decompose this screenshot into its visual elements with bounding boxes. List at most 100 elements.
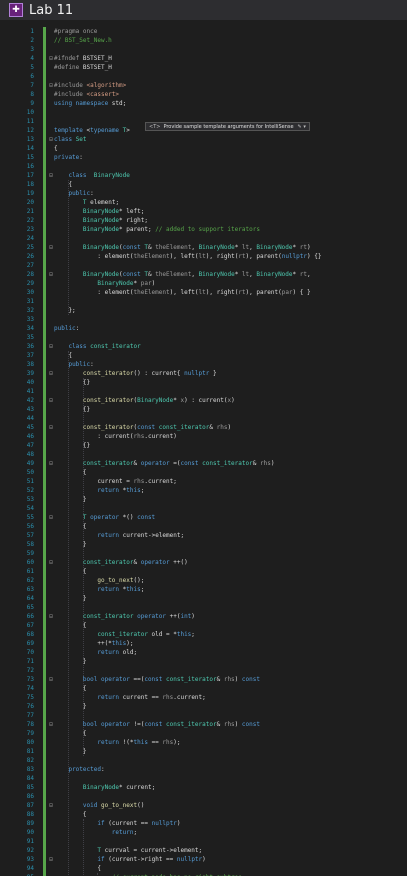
code-line[interactable]: 87 ⊟ void go_to_next() — [0, 801, 407, 810]
code-line[interactable]: 27 — [0, 261, 407, 270]
code-line[interactable]: 51 current = rhs.current; — [0, 477, 407, 486]
code-line[interactable]: 83 protected: — [0, 765, 407, 774]
code-line[interactable]: 84 — [0, 774, 407, 783]
code-line[interactable]: 42 ⊟ const_iterator(BinaryNode* x) : curr… — [0, 396, 407, 405]
code-line[interactable]: 69 ++(*this); — [0, 639, 407, 648]
code-line[interactable]: 62 go_to_next(); — [0, 576, 407, 585]
code-line[interactable]: 90 return; — [0, 828, 407, 837]
code-line[interactable]: 39 ⊟ const_iterator() : current{ nullptr … — [0, 369, 407, 378]
code-line[interactable]: 93 ⊟ if (current->right == nullptr) — [0, 855, 407, 864]
code-line[interactable]: 73 ⊟ bool operator ==(const const_iterato… — [0, 675, 407, 684]
code-line[interactable]: 82 — [0, 756, 407, 765]
code-line[interactable]: 34 public: — [0, 324, 407, 333]
code-token: return — [97, 739, 123, 746]
code-line[interactable]: 15 private: — [0, 153, 407, 162]
code-line[interactable]: 29 BinaryNode* par) — [0, 279, 407, 288]
code-line[interactable]: 52 return *this; — [0, 486, 407, 495]
code-line[interactable]: 88 { — [0, 810, 407, 819]
line-number: 45 — [26, 424, 34, 431]
code-line[interactable]: 3 — [0, 45, 407, 54]
code-line[interactable]: 8 #include <cassert> — [0, 90, 407, 99]
code-line[interactable]: 49 ⊟ const_iterator& operator =(const con… — [0, 459, 407, 468]
pencil-icon[interactable]: ✎ ▾ — [298, 124, 306, 130]
code-line[interactable]: 94 { — [0, 864, 407, 873]
code-line[interactable]: 67 { — [0, 621, 407, 630]
code-line[interactable]: 14 { — [0, 144, 407, 153]
code-line[interactable]: 46 : current(rhs.current) — [0, 432, 407, 441]
code-line[interactable]: 58 } — [0, 540, 407, 549]
code-line[interactable]: 26 : element(theElement), left(lt), righ… — [0, 252, 407, 261]
code-line[interactable]: 55 ⊟ T operator *() const — [0, 513, 407, 522]
code-line[interactable]: 30 : element(theElement), left(lt), righ… — [0, 288, 407, 297]
code-line[interactable]: 9 using namespace std; — [0, 99, 407, 108]
code-line[interactable]: 20 T element; — [0, 198, 407, 207]
code-line[interactable]: 1 #pragma once — [0, 27, 407, 36]
code-line[interactable]: 7 ⊟ #include <algorithm> — [0, 81, 407, 90]
code-line[interactable]: 91 — [0, 837, 407, 846]
code-line[interactable]: 68 const_iterator old = *this; — [0, 630, 407, 639]
code-line[interactable]: 43 {} — [0, 405, 407, 414]
code-line[interactable]: 89 if (current == nullptr) — [0, 819, 407, 828]
code-line[interactable]: 24 — [0, 234, 407, 243]
code-line[interactable]: 38 public: — [0, 360, 407, 369]
code-line[interactable]: 25 ⊟ BinaryNode(const T& theElement, Bina… — [0, 243, 407, 252]
code-line[interactable]: 32 }; — [0, 306, 407, 315]
code-text: {} — [54, 441, 90, 450]
code-line[interactable]: 37 { — [0, 351, 407, 360]
code-line[interactable]: 40 {} — [0, 378, 407, 387]
code-line[interactable]: 64 } — [0, 594, 407, 603]
code-line[interactable]: 18 { — [0, 180, 407, 189]
code-line[interactable]: 86 — [0, 792, 407, 801]
code-line[interactable]: 19 public: — [0, 189, 407, 198]
code-line[interactable]: 17 ⊟ class BinaryNode — [0, 171, 407, 180]
code-line[interactable]: 4 ⊟ #ifndef BSTSET_H — [0, 54, 407, 63]
code-line[interactable]: 63 return *this; — [0, 585, 407, 594]
code-line[interactable]: 23 BinaryNode* parent; // added to suppo… — [0, 225, 407, 234]
code-line[interactable]: 78 ⊟ bool operator !=(const const_iterato… — [0, 720, 407, 729]
code-line[interactable]: 65 — [0, 603, 407, 612]
code-line[interactable]: 74 { — [0, 684, 407, 693]
code-line[interactable]: 75 return current == rhs.current; — [0, 693, 407, 702]
code-line[interactable]: 79 { — [0, 729, 407, 738]
code-line[interactable]: 60 ⊟ const_iterator& operator ++() — [0, 558, 407, 567]
code-line[interactable]: 44 — [0, 414, 407, 423]
code-line[interactable]: 6 — [0, 72, 407, 81]
code-line[interactable]: 22 BinaryNode* right; — [0, 216, 407, 225]
code-line[interactable]: 50 { — [0, 468, 407, 477]
code-line[interactable]: 21 BinaryNode* left; — [0, 207, 407, 216]
code-line[interactable]: 77 — [0, 711, 407, 720]
code-line[interactable]: 80 return !(*this == rhs); — [0, 738, 407, 747]
code-line[interactable]: 53 } — [0, 495, 407, 504]
code-line[interactable]: 16 — [0, 162, 407, 171]
code-line[interactable]: 36 ⊟ class const_iterator — [0, 342, 407, 351]
code-editor[interactable]: 1 #pragma once 2 // BST_Set_New.h 3 4 ⊟ #ifndef… — [0, 22, 407, 876]
code-line[interactable]: 5 #define BSTSET_H — [0, 63, 407, 72]
template-intellisense-hint[interactable]: <T> Provide sample template arguments fo… — [145, 122, 310, 131]
code-text: BinaryNode* left; — [54, 207, 144, 216]
code-line[interactable]: 10 — [0, 108, 407, 117]
code-line[interactable]: 71 } — [0, 657, 407, 666]
code-line[interactable]: 70 return old; — [0, 648, 407, 657]
code-line[interactable]: 54 — [0, 504, 407, 513]
code-line[interactable]: 47 {} — [0, 441, 407, 450]
code-line[interactable]: 59 — [0, 549, 407, 558]
code-line[interactable]: 57 return current->element; — [0, 531, 407, 540]
code-line[interactable]: 33 — [0, 315, 407, 324]
code-line[interactable]: 85 BinaryNode* current; — [0, 783, 407, 792]
code-line[interactable]: 81 } — [0, 747, 407, 756]
code-line[interactable]: 48 — [0, 450, 407, 459]
code-line[interactable]: 72 — [0, 666, 407, 675]
code-line[interactable]: 61 { — [0, 567, 407, 576]
code-line[interactable]: 2 // BST_Set_New.h — [0, 36, 407, 45]
code-line[interactable]: 92 T currval = current->element; — [0, 846, 407, 855]
code-line[interactable]: 56 { — [0, 522, 407, 531]
code-line[interactable]: 66 ⊟ const_iterator operator ++(int) — [0, 612, 407, 621]
code-line[interactable]: 41 — [0, 387, 407, 396]
code-line[interactable]: 28 ⊟ BinaryNode(const T& theElement, Bina… — [0, 270, 407, 279]
code-line[interactable]: 31 — [0, 297, 407, 306]
code-token: current — [147, 478, 174, 485]
code-line[interactable]: 35 — [0, 333, 407, 342]
code-line[interactable]: 13 ⊟ class Set — [0, 135, 407, 144]
code-line[interactable]: 45 ⊟ const_iterator(const const_iterator&… — [0, 423, 407, 432]
code-line[interactable]: 76 } — [0, 702, 407, 711]
